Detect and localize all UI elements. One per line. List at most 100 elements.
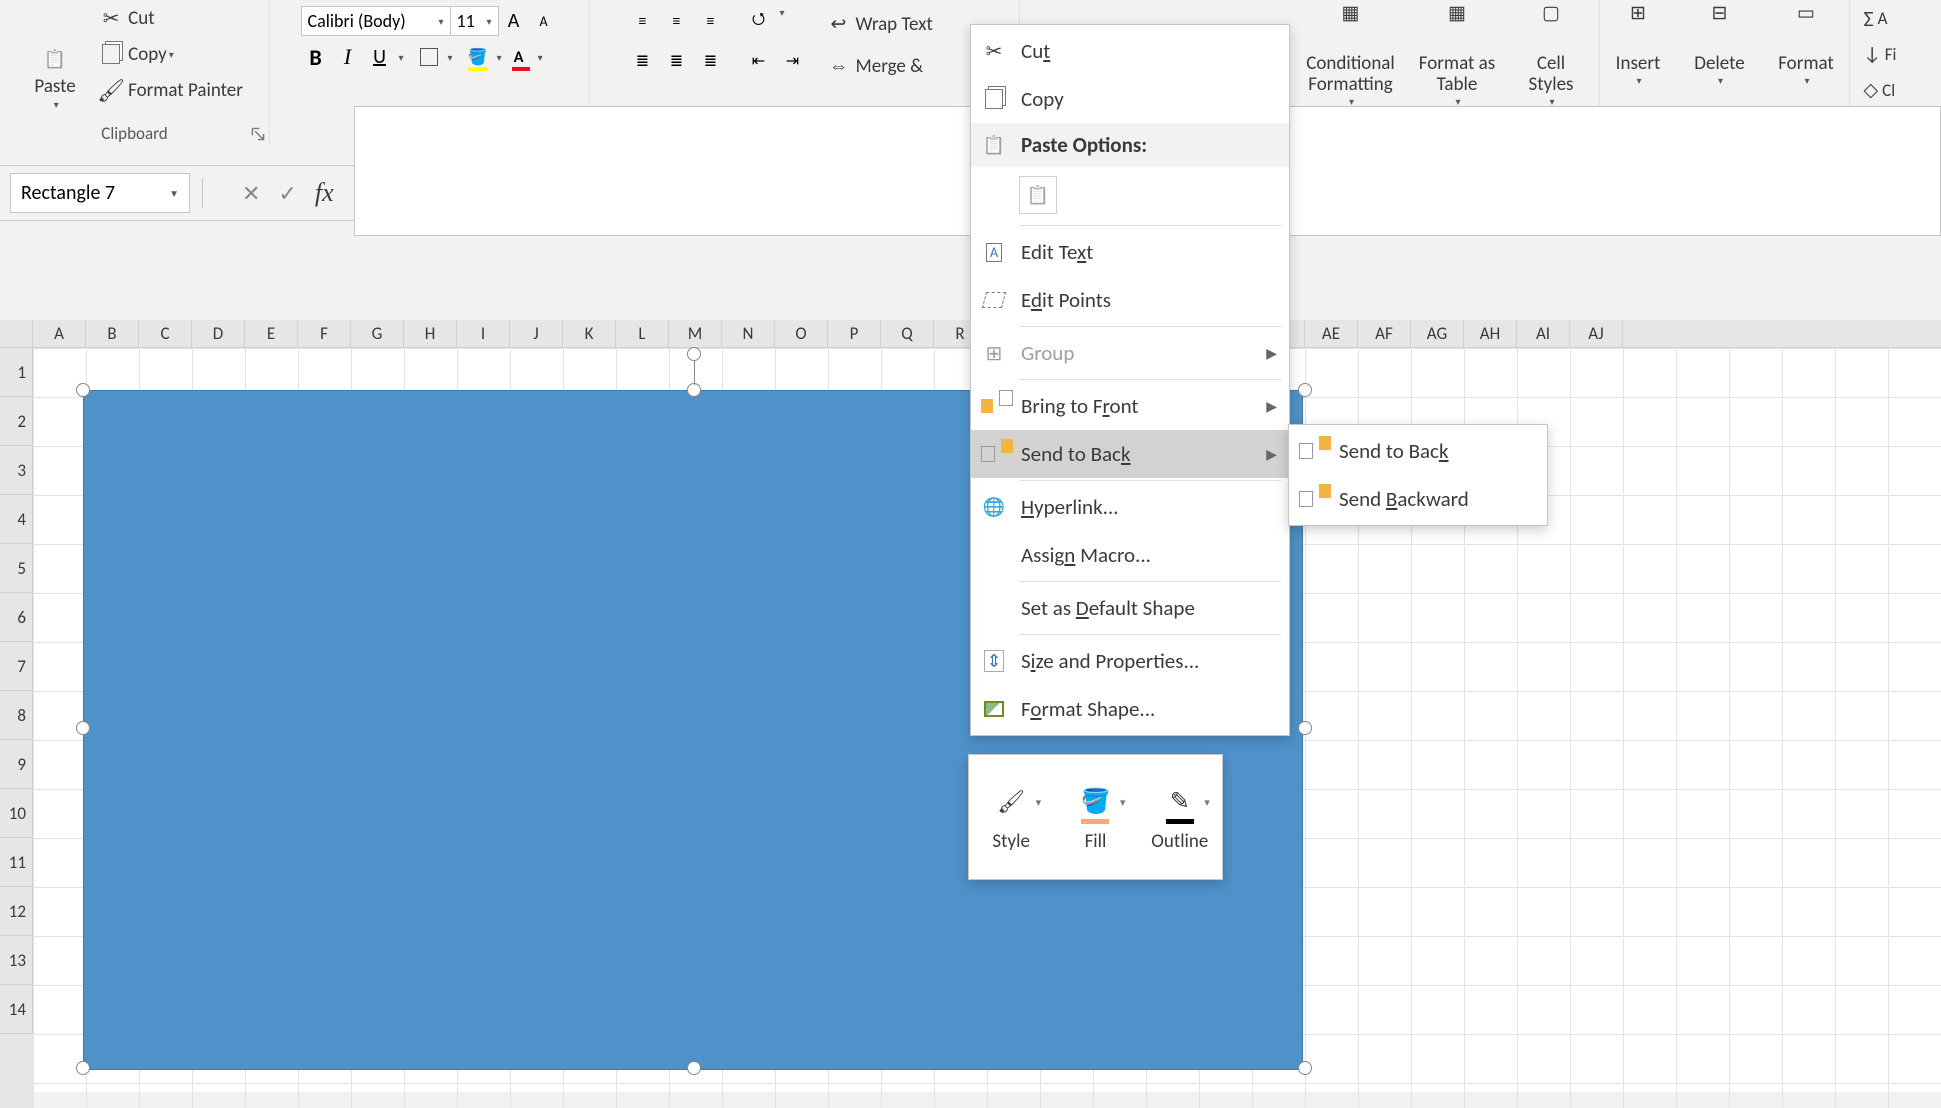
font-color-button[interactable]: A <box>504 42 534 72</box>
confirm-formula-button[interactable]: ✓ <box>278 180 296 207</box>
fill-button[interactable]: ↓ Fi <box>1858 36 1903 72</box>
column-header[interactable]: B <box>86 320 139 347</box>
chevron-down-icon[interactable]: ▼ <box>169 187 179 200</box>
underline-button[interactable]: U <box>365 42 395 72</box>
italic-button[interactable]: I <box>333 42 363 72</box>
font-name-combo[interactable]: Calibri (Body)▾ <box>301 6 451 36</box>
mini-style-button[interactable]: ▾ Style <box>969 755 1053 879</box>
paste-button[interactable]: Paste ▾ <box>20 0 90 115</box>
resize-handle-nw[interactable] <box>76 383 90 397</box>
row-header[interactable]: 5 <box>0 544 33 593</box>
column-header[interactable]: Q <box>881 320 934 347</box>
row-header[interactable]: 4 <box>0 495 33 544</box>
format-painter-button[interactable]: Format Painter <box>94 72 249 108</box>
row-header[interactable]: 7 <box>0 642 33 691</box>
decrease-indent-button[interactable]: ⇤ <box>744 46 774 76</box>
cut-button[interactable]: Cut <box>94 0 249 36</box>
resize-handle-ne[interactable] <box>1298 383 1312 397</box>
row-header[interactable]: 1 <box>0 348 33 397</box>
row-header[interactable]: 10 <box>0 789 33 838</box>
ctx-assign-macro[interactable]: Assign Macro... <box>971 531 1289 579</box>
mini-fill-button[interactable]: 🪣▾ Fill <box>1053 755 1137 879</box>
increase-font-button[interactable]: A <box>499 6 529 36</box>
resize-handle-e[interactable] <box>1298 721 1312 735</box>
sub-send-to-back[interactable]: Send to Back <box>1289 427 1547 475</box>
column-header[interactable]: E <box>245 320 298 347</box>
ctx-format-shape[interactable]: Format Shape... <box>971 685 1289 733</box>
column-header[interactable]: L <box>616 320 669 347</box>
row-header[interactable]: 3 <box>0 446 33 495</box>
row-header[interactable]: 12 <box>0 887 33 936</box>
ctx-set-default-shape[interactable]: Set as Default Shape <box>971 584 1289 632</box>
column-header[interactable]: I <box>457 320 510 347</box>
column-header[interactable]: AE <box>1305 320 1358 347</box>
conditional-formatting-button[interactable]: ▦ Conditional Formatting▾ <box>1298 0 1403 115</box>
column-header[interactable]: G <box>351 320 404 347</box>
format-as-table-button[interactable]: ▦ Format as Table▾ <box>1407 0 1507 115</box>
column-header[interactable]: AJ <box>1570 320 1623 347</box>
column-header[interactable]: H <box>404 320 457 347</box>
align-center-button[interactable]: ≣ <box>662 46 692 76</box>
resize-handle-w[interactable] <box>76 721 90 735</box>
fx-button[interactable]: fx <box>315 178 334 208</box>
decrease-font-button[interactable]: A <box>529 6 559 36</box>
row-header[interactable]: 6 <box>0 593 33 642</box>
ctx-edit-text[interactable]: Edit Text <box>971 228 1289 276</box>
format-cells-button[interactable]: ▭ Format▾ <box>1764 0 1849 115</box>
column-header[interactable]: M <box>669 320 722 347</box>
ctx-bring-to-front[interactable]: Bring to Front▶ <box>971 382 1289 430</box>
column-header[interactable]: AF <box>1358 320 1411 347</box>
column-header[interactable]: AH <box>1464 320 1517 347</box>
sub-send-backward[interactable]: Send Backward <box>1289 475 1547 523</box>
align-bottom-button[interactable]: ≡ <box>696 6 726 36</box>
align-top-button[interactable]: ≡ <box>628 6 658 36</box>
row-header[interactable]: 11 <box>0 838 33 887</box>
rotate-handle[interactable] <box>687 347 701 361</box>
autosum-button[interactable]: Σ A <box>1858 0 1894 36</box>
wrap-text-button[interactable]: ↩Wrap Text <box>822 6 982 42</box>
column-header[interactable]: F <box>298 320 351 347</box>
column-header[interactable]: J <box>510 320 563 347</box>
fill-color-button[interactable]: 🪣 <box>463 42 493 72</box>
ctx-send-to-back[interactable]: Send to Back▶ <box>971 430 1289 478</box>
column-header[interactable]: A <box>33 320 86 347</box>
ctx-edit-points[interactable]: Edit Points <box>971 276 1289 324</box>
resize-handle-sw[interactable] <box>76 1061 90 1075</box>
column-header[interactable]: N <box>722 320 775 347</box>
clear-button[interactable]: ◇ Cl <box>1858 72 1902 108</box>
row-header[interactable]: 8 <box>0 691 33 740</box>
resize-handle-se[interactable] <box>1298 1061 1312 1075</box>
row-header[interactable]: 2 <box>0 397 33 446</box>
align-middle-button[interactable]: ≡ <box>662 6 692 36</box>
dialog-launcher-icon[interactable] <box>251 127 265 141</box>
cancel-formula-button[interactable]: ✕ <box>242 180 260 207</box>
mini-outline-button[interactable]: ▾ Outline <box>1138 755 1222 879</box>
insert-cells-button[interactable]: ⊞ Insert▾ <box>1601 0 1676 115</box>
name-box[interactable]: Rectangle 7 ▼ <box>10 173 190 213</box>
border-button[interactable] <box>414 42 444 72</box>
orientation-button[interactable]: ⭯ <box>744 6 774 36</box>
merge-center-button[interactable]: ⇔Merge & <box>822 48 982 84</box>
column-header[interactable]: O <box>775 320 828 347</box>
column-header[interactable]: P <box>828 320 881 347</box>
align-right-button[interactable]: ≣ <box>696 46 726 76</box>
row-header[interactable]: 13 <box>0 936 33 985</box>
ctx-cut[interactable]: Cut <box>971 27 1289 75</box>
column-header[interactable]: K <box>563 320 616 347</box>
resize-handle-s[interactable] <box>687 1061 701 1075</box>
row-header[interactable]: 9 <box>0 740 33 789</box>
row-header[interactable]: 14 <box>0 985 33 1034</box>
bold-button[interactable]: B <box>301 42 331 72</box>
increase-indent-button[interactable]: ⇥ <box>778 46 808 76</box>
align-left-button[interactable]: ≣ <box>628 46 658 76</box>
font-size-combo[interactable]: 11▾ <box>451 6 499 36</box>
ctx-size-properties[interactable]: Size and Properties... <box>971 637 1289 685</box>
copy-button[interactable]: Copy▾ <box>94 36 249 72</box>
delete-cells-button[interactable]: ⊟ Delete▾ <box>1680 0 1760 115</box>
ctx-copy[interactable]: Copy <box>971 75 1289 123</box>
resize-handle-n[interactable] <box>687 383 701 397</box>
ctx-hyperlink[interactable]: Hyperlink... <box>971 483 1289 531</box>
cell-styles-button[interactable]: ▢ Cell Styles▾ <box>1511 0 1591 115</box>
select-all-corner[interactable] <box>0 320 33 347</box>
column-header[interactable]: C <box>139 320 192 347</box>
